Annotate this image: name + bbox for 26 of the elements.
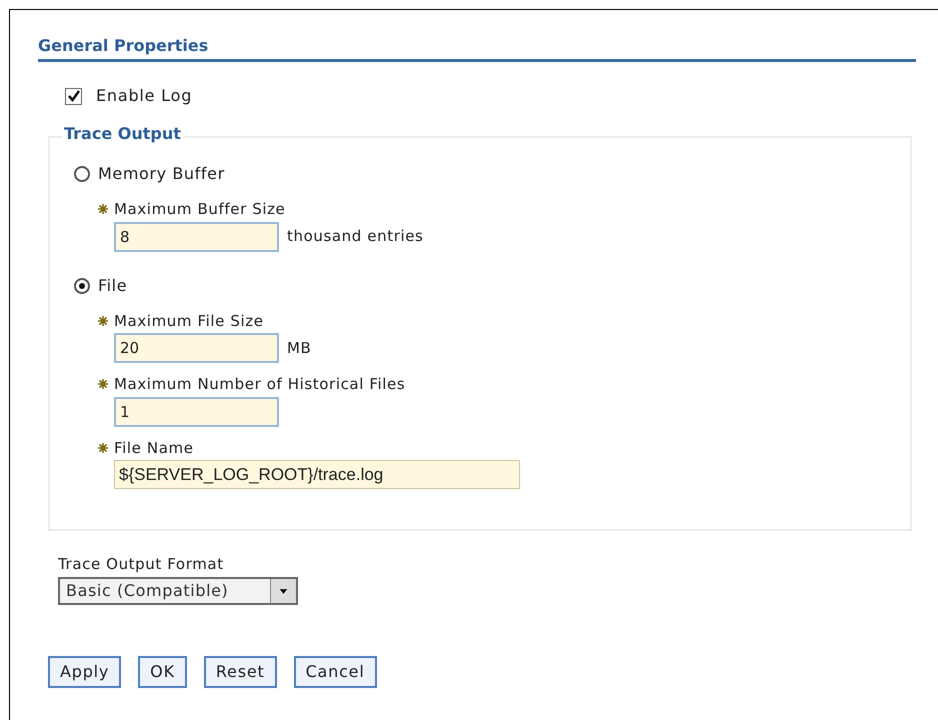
checkbox-label: Enable Log — [96, 85, 192, 107]
form-button[interactable]: Reset — [204, 656, 277, 688]
checkbox[interactable] — [65, 88, 82, 104]
checkmark-icon — [68, 90, 80, 102]
radio-button[interactable] — [74, 166, 90, 182]
format-dropdown[interactable]: Basic (Compatible) — [58, 576, 298, 604]
field-label: Trace Output Format — [58, 554, 225, 575]
form-button[interactable]: Apply — [48, 656, 122, 688]
dropdown-value: Basic (Compatible) — [65, 580, 230, 602]
text-field[interactable]: ${SERVER_LOG_ROOT}/trace.log — [114, 460, 520, 489]
number-field[interactable]: 1 — [114, 396, 279, 426]
section-title: General Properties — [38, 36, 208, 55]
form-button[interactable]: OK — [138, 656, 187, 688]
radio-button[interactable] — [74, 278, 90, 294]
number-field[interactable]: 8 — [114, 222, 279, 252]
unit-label: MB — [287, 338, 312, 359]
radio-label: Memory Buffer — [98, 163, 225, 185]
unit-label: thousand entries — [287, 226, 424, 248]
radio-label: File — [98, 274, 128, 296]
field-label: File Name — [114, 438, 194, 458]
form-button[interactable]: Cancel — [294, 656, 377, 688]
number-field[interactable]: 20 — [114, 333, 279, 363]
field-label: Maximum Buffer Size — [114, 199, 286, 220]
field-label: Maximum File Size — [114, 310, 264, 332]
group-legend: Trace Output — [62, 126, 183, 142]
field-label: Maximum Number of Historical Files — [114, 374, 406, 395]
